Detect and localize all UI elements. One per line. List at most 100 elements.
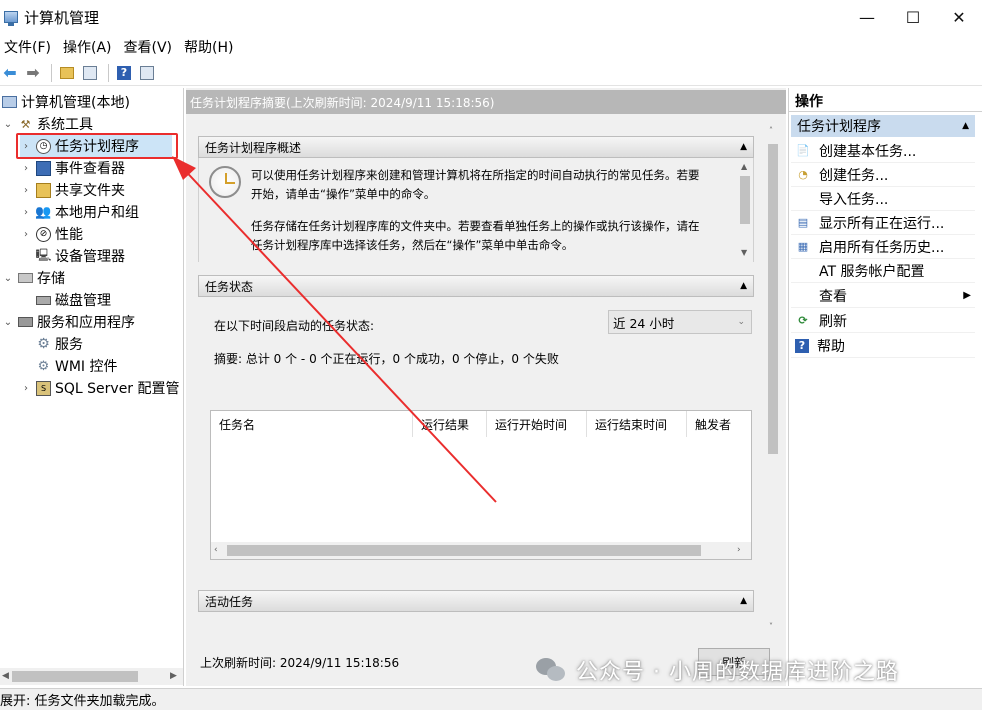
scroll-thumb[interactable] xyxy=(768,144,778,454)
action-pane-button[interactable] xyxy=(137,63,157,83)
action-label: 创建任务... xyxy=(819,167,889,184)
active-tasks-section-header[interactable]: 活动任务 ▲ xyxy=(198,590,754,612)
menu-help[interactable]: 帮助(H) xyxy=(180,37,241,57)
services-apps-icon xyxy=(18,317,33,327)
scroll-left-icon[interactable]: ◀ xyxy=(2,671,9,681)
overview-body: 可以使用任务计划程序来创建和管理计算机将在所指定的时间自动执行的常见任务。若要 … xyxy=(198,158,754,262)
action-create-basic-task[interactable]: 📄 创建基本任务... xyxy=(791,139,975,163)
overview-scrollbar[interactable]: ▲ ▼ xyxy=(737,158,753,262)
computer-icon xyxy=(2,96,17,108)
tree-item-services[interactable]: ⚙ 服务 xyxy=(36,333,83,355)
tree-item-device-manager[interactable]: 🖳 设备管理器 xyxy=(36,245,126,267)
collapse-up-icon[interactable]: ▲ xyxy=(740,142,747,152)
overview-text-2a: 任务存储在任务计划程序库的文件夹中。若要查看单独任务上的操作或执行该操作，请在 xyxy=(251,219,700,233)
console-tree-icon xyxy=(83,65,97,80)
task-status-section-header[interactable]: 任务状态 ▲ xyxy=(198,275,754,297)
scroll-right-icon[interactable]: › xyxy=(737,545,741,555)
scroll-left-icon[interactable]: ‹ xyxy=(214,545,218,555)
overview-section-header[interactable]: 任务计划程序概述 ▲ xyxy=(198,136,754,158)
console-tree: 计算机管理(本地) ⌄ ⚒ 系统工具 › ◷ 任务计划程序 › 事件查看器 › … xyxy=(0,88,184,686)
folder-up-icon xyxy=(60,66,74,79)
tree-item-wmi[interactable]: ⚙ WMI 控件 xyxy=(36,355,118,377)
scroll-up-icon[interactable]: ˄ xyxy=(769,126,773,135)
table-horizontal-scrollbar[interactable]: ‹ › xyxy=(211,542,751,559)
collapse-up-icon[interactable]: ▲ xyxy=(962,121,969,131)
help-toolbar-button[interactable]: ? xyxy=(114,63,134,83)
tree-item-local-users[interactable]: › 👥 本地用户和组 xyxy=(20,201,139,223)
action-label: 帮助 xyxy=(817,338,845,355)
column-run-start[interactable]: 运行开始时间 xyxy=(487,411,587,437)
tree-label: 计算机管理(本地) xyxy=(21,95,130,111)
action-show-running[interactable]: ▤ 显示所有正在运行... xyxy=(791,211,975,235)
action-help[interactable]: ? 帮助 xyxy=(791,334,975,358)
scroll-thumb[interactable] xyxy=(12,671,138,682)
collapse-up-icon[interactable]: ▲ xyxy=(740,281,747,291)
scroll-thumb[interactable] xyxy=(227,545,701,556)
action-enable-history[interactable]: ▦ 启用所有任务历史... xyxy=(791,235,975,259)
tree-item-sql-server[interactable]: › S SQL Server 配置管 xyxy=(20,377,180,399)
chevron-down-icon[interactable]: ⌄ xyxy=(2,273,14,284)
minimize-button[interactable]: — xyxy=(844,0,890,34)
wechat-icon xyxy=(536,658,566,682)
selected-period: 近 24 小时 xyxy=(613,315,675,331)
scroll-thumb[interactable] xyxy=(740,176,750,224)
show-hide-console-tree-button[interactable] xyxy=(80,63,100,83)
chevron-down-icon[interactable]: ⌄ xyxy=(2,119,14,130)
chevron-down-icon[interactable]: ⌄ xyxy=(2,317,14,328)
tree-item-system-tools[interactable]: ⌄ ⚒ 系统工具 xyxy=(2,113,93,135)
tree-item-root[interactable]: 计算机管理(本地) xyxy=(2,91,130,113)
collapse-up-icon[interactable]: ▲ xyxy=(740,596,747,606)
toolbar-separator xyxy=(108,63,109,82)
sql-server-icon: S xyxy=(36,380,51,396)
window-controls: — ☐ ✕ xyxy=(844,0,982,34)
scroll-down-icon[interactable]: ˅ xyxy=(769,622,773,631)
tree-item-services-apps[interactable]: ⌄ 服务和应用程序 xyxy=(2,311,135,333)
status-period-select[interactable]: 近 24 小时 ⌄ xyxy=(608,310,752,334)
shared-folder-icon xyxy=(36,182,51,198)
column-task-name[interactable]: 任务名 xyxy=(211,411,413,437)
section-title: 任务状态 xyxy=(205,279,254,294)
column-run-end[interactable]: 运行结束时间 xyxy=(587,411,687,437)
tree-item-storage[interactable]: ⌄ 存储 xyxy=(2,267,65,289)
tree-horizontal-scrollbar[interactable]: ◀ ▶ xyxy=(0,668,183,685)
close-button[interactable]: ✕ xyxy=(936,0,982,34)
tree-label: 服务 xyxy=(55,337,83,353)
actions-section-task-scheduler[interactable]: 任务计划程序 ▲ xyxy=(791,115,975,137)
status-text: 展开: 任务文件夹加载完成。 xyxy=(0,694,165,709)
maximize-button[interactable]: ☐ xyxy=(890,0,936,34)
action-import-task[interactable]: 导入任务... xyxy=(791,187,975,211)
chevron-right-icon[interactable]: › xyxy=(20,163,32,174)
column-triggered-by[interactable]: 触发者 xyxy=(687,411,751,437)
chevron-right-icon[interactable]: › xyxy=(20,185,32,196)
summary-vertical-scrollbar[interactable]: ˄ ˅ xyxy=(764,122,782,638)
chevron-right-icon[interactable]: › xyxy=(20,229,32,240)
chevron-right-icon[interactable]: › xyxy=(20,383,32,394)
menu-file[interactable]: 文件(F) xyxy=(0,37,59,57)
menu-action[interactable]: 操作(A) xyxy=(59,37,120,57)
event-viewer-icon xyxy=(36,160,51,176)
action-view[interactable]: 查看 ▶ xyxy=(791,284,975,308)
back-button[interactable]: ⬅ xyxy=(0,63,20,83)
up-folder-button[interactable] xyxy=(57,63,77,83)
scroll-down-icon[interactable]: ▼ xyxy=(741,248,747,257)
tree-item-performance[interactable]: › ⊘ 性能 xyxy=(20,223,83,245)
tree-label: 存储 xyxy=(37,271,65,287)
menu-view[interactable]: 查看(V) xyxy=(120,37,181,57)
action-label: 刷新 xyxy=(819,313,847,330)
scroll-right-icon[interactable]: ▶ xyxy=(170,671,177,681)
forward-button[interactable]: ➡ xyxy=(23,63,43,83)
tree-item-disk-management[interactable]: 磁盘管理 xyxy=(36,289,111,311)
submenu-arrow-icon: ▶ xyxy=(963,290,971,301)
column-run-result[interactable]: 运行结果 xyxy=(413,411,487,437)
disk-icon xyxy=(36,295,51,305)
actions-pane: 操作 任务计划程序 ▲ 📄 创建基本任务... ◔ 创建任务... 导入任务..… xyxy=(788,88,982,686)
action-create-task[interactable]: ◔ 创建任务... xyxy=(791,163,975,187)
action-refresh[interactable]: ⟳ 刷新 xyxy=(791,309,975,333)
chevron-right-icon[interactable]: › xyxy=(20,207,32,218)
watermark-text: 公众号 · 小周的数据库进阶之路 xyxy=(576,660,899,685)
action-at-service-config[interactable]: AT 服务帐户配置 xyxy=(791,259,975,283)
tree-item-shared-folders[interactable]: › 共享文件夹 xyxy=(20,179,125,201)
toolbar-separator xyxy=(51,63,52,82)
tree-item-event-viewer[interactable]: › 事件查看器 xyxy=(20,157,125,179)
scroll-up-icon[interactable]: ▲ xyxy=(741,162,747,171)
